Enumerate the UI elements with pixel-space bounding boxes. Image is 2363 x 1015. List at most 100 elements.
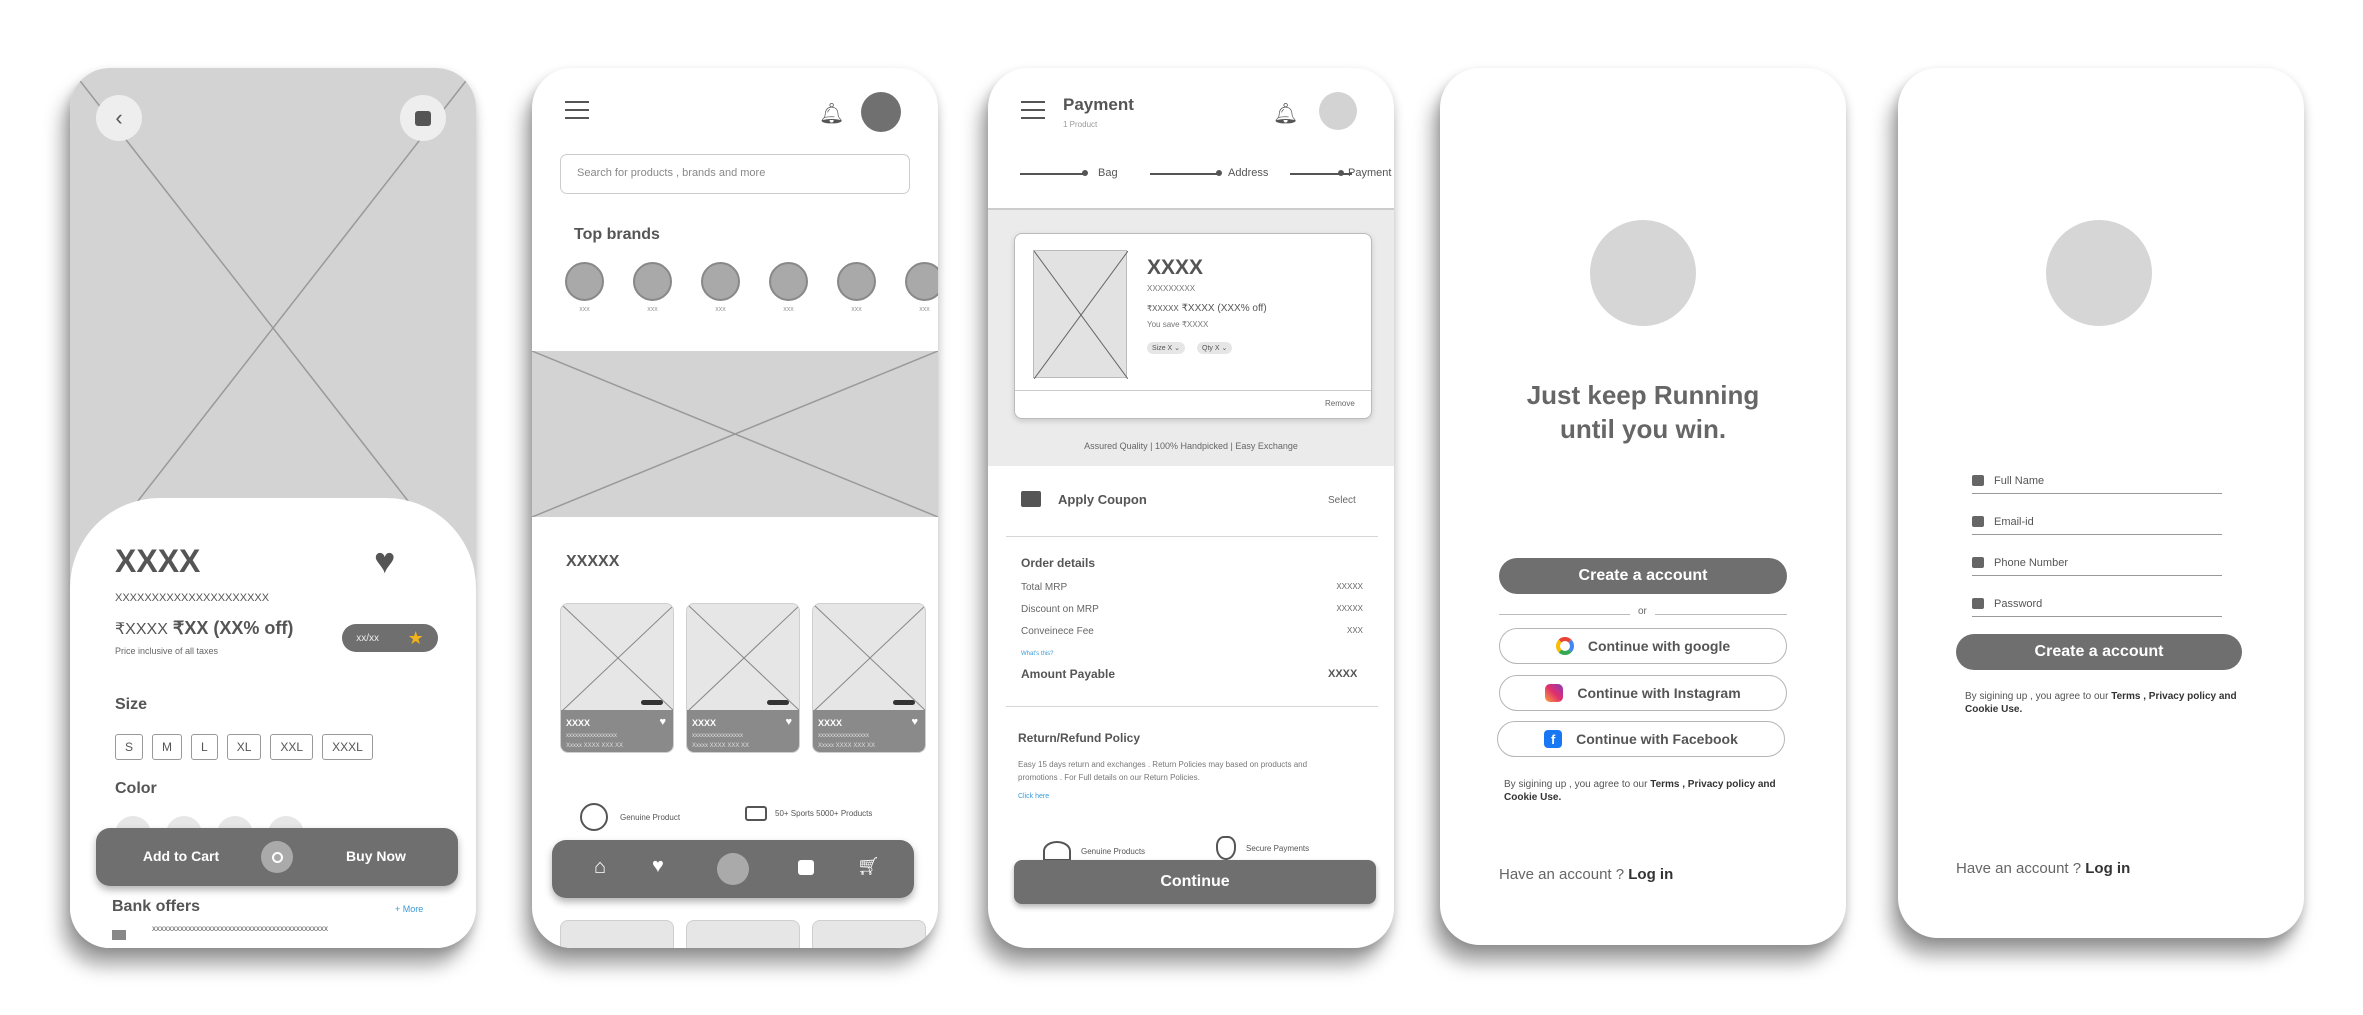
section-title: XXXXX	[566, 553, 620, 570]
size-option[interactable]: S	[115, 734, 144, 760]
apply-coupon[interactable]: Apply Coupon	[1058, 492, 1147, 507]
bell-icon[interactable]: 🔔︎	[819, 101, 844, 126]
facebook-button[interactable]: f Continue with Facebook	[1497, 721, 1785, 757]
home-icon[interactable]: ⌂	[594, 856, 606, 879]
add-to-cart-button[interactable]: Add to Cart	[116, 848, 246, 864]
bag-icon[interactable]	[798, 860, 814, 875]
size-option[interactable]: XL	[226, 734, 262, 760]
brand-item[interactable]: xxx	[565, 262, 604, 313]
brand-logo	[633, 262, 672, 301]
menu-icon[interactable]	[565, 101, 589, 119]
create-account-button[interactable]: Create a account	[1499, 558, 1787, 594]
terms-text: By sigining up , you agree to our Terms …	[1965, 691, 2237, 715]
product-card-sub: xxxxxxxxxxxxxxxxx	[566, 733, 617, 739]
amount-payable-label: Amount Payable	[1021, 667, 1116, 681]
cart-item-sub: XXXXXXXXX	[1147, 284, 1196, 293]
favorite-icon[interactable]: ♥	[374, 540, 395, 582]
size-option[interactable]: L	[191, 734, 218, 760]
brand-list: xxx xxx xxx xxx xxx xxx	[565, 262, 938, 313]
order-details-title: Order details	[1021, 556, 1096, 570]
more-link[interactable]: + More	[395, 904, 423, 914]
money-bag-icon	[1216, 836, 1236, 860]
login-prompt: Have an account ? Log in	[1499, 866, 1674, 883]
size-option[interactable]: XXXL	[322, 734, 373, 760]
truck-icon	[745, 806, 767, 821]
brand-item[interactable]: xxx	[769, 262, 808, 313]
brand-item[interactable]: xxx	[837, 262, 876, 313]
back-button[interactable]: ‹	[96, 95, 142, 141]
search-button[interactable]	[261, 841, 293, 873]
instagram-button[interactable]: Continue with Instagram	[1499, 675, 1787, 711]
search-icon[interactable]	[717, 853, 749, 885]
product-card[interactable]: XXXX ♥ xxxxxxxxxxxxxxxxx Xxxxx XXXX XXX XX	[686, 603, 800, 753]
product-card[interactable]: XXXX ♥ xxxxxxxxxxxxxxxxx Xxxxx XXXX XXX XX	[812, 603, 926, 753]
refund-link[interactable]: Click here	[1018, 793, 1049, 800]
qty-dropdown[interactable]: Qty X ⌄	[1197, 342, 1233, 354]
phone-icon	[1972, 557, 1984, 568]
input-field[interactable]: Email-id	[1972, 509, 2222, 535]
input-field[interactable]: Password	[1972, 591, 2222, 617]
secure-badge: Secure Payments	[1216, 836, 1309, 860]
product-title: XXXX	[115, 543, 201, 579]
remove-button[interactable]: Remove	[1325, 399, 1355, 408]
avatar[interactable]	[1319, 92, 1357, 130]
brand-label: xxx	[919, 306, 930, 313]
input-field[interactable]: Phone Number	[1972, 550, 2222, 576]
rating-value: xx/xx	[356, 632, 380, 644]
bell-icon[interactable]: 🔔︎	[1273, 101, 1298, 126]
product-card-meta: Xxxxx XXXX XXX XX	[566, 743, 624, 749]
bag-button[interactable]	[400, 95, 446, 141]
promo-banner[interactable]	[532, 351, 938, 517]
buy-now-button[interactable]: Buy Now	[311, 848, 441, 864]
product-tag	[767, 700, 789, 705]
order-row-label: Discount on MRP	[1021, 604, 1099, 615]
product-count: 1 Product	[1063, 120, 1098, 129]
shield-icon	[580, 803, 608, 831]
brand-item[interactable]: xxx	[905, 262, 938, 313]
cart-item-title: XXXX	[1147, 256, 1204, 279]
heart-icon[interactable]: ♥	[652, 855, 664, 878]
size-option[interactable]: XXL	[270, 734, 314, 760]
star-icon: ★	[407, 627, 424, 648]
login-link[interactable]: Log in	[1628, 866, 1673, 883]
cart-item-card: XXXX XXXXXXXXX ₹XXXXX ₹XXXX (XXX% off) Y…	[1014, 233, 1372, 419]
offer-icon	[112, 930, 126, 940]
whats-this-link[interactable]: What's this?	[1021, 651, 1054, 657]
avatar[interactable]	[861, 92, 901, 132]
brand-item[interactable]: xxx	[701, 262, 740, 313]
top-brands-title: Top brands	[574, 226, 660, 243]
size-dropdown[interactable]: Size X ⌄	[1147, 342, 1186, 354]
or-divider: or	[1630, 606, 1655, 617]
brand-logo	[905, 262, 938, 301]
brand-label: xxx	[715, 306, 726, 313]
search-input[interactable]: Search for products , brands and more	[560, 154, 910, 194]
heart-icon[interactable]: ♥	[785, 716, 792, 728]
sports-badge: 50+ Sports 5000+ Products	[745, 806, 872, 821]
heart-icon[interactable]: ♥	[911, 716, 918, 728]
brand-logo	[769, 262, 808, 301]
home-screen: 🔔︎ Search for products , brands and more…	[532, 68, 938, 948]
google-button[interactable]: Continue with google	[1499, 628, 1787, 664]
size-label: Size	[115, 696, 148, 713]
bank-offers-title: Bank offers	[112, 898, 201, 915]
product-card-title: XXXX	[692, 718, 717, 728]
select-coupon-link[interactable]: Select	[1328, 495, 1356, 506]
page-title: Payment	[1063, 95, 1134, 114]
login-link[interactable]: Log in	[2085, 860, 2130, 877]
menu-icon[interactable]	[1021, 101, 1045, 119]
color-label: Color	[115, 780, 157, 797]
continue-button[interactable]: Continue	[1014, 860, 1376, 904]
brand-item[interactable]: xxx	[633, 262, 672, 313]
input-field[interactable]: Full Name	[1972, 468, 2222, 494]
size-option[interactable]: M	[152, 734, 183, 760]
product-card[interactable]: XXXX ♥ xxxxxxxxxxxxxxxxx Xxxxx XXXX XXX XX	[560, 603, 674, 753]
create-account-button[interactable]: Create a account	[1956, 634, 2242, 670]
bag-icon	[415, 110, 431, 126]
heart-icon[interactable]: ♥	[659, 716, 666, 728]
lock-icon	[1972, 598, 1984, 609]
product-tag	[641, 700, 663, 705]
cart-icon[interactable]: 🛒︎	[857, 856, 880, 877]
terms-text: By sigining up , you agree to our Terms …	[1504, 779, 1776, 803]
field-placeholder: Phone Number	[1994, 556, 2068, 569]
field-placeholder: Full Name	[1994, 474, 2045, 487]
